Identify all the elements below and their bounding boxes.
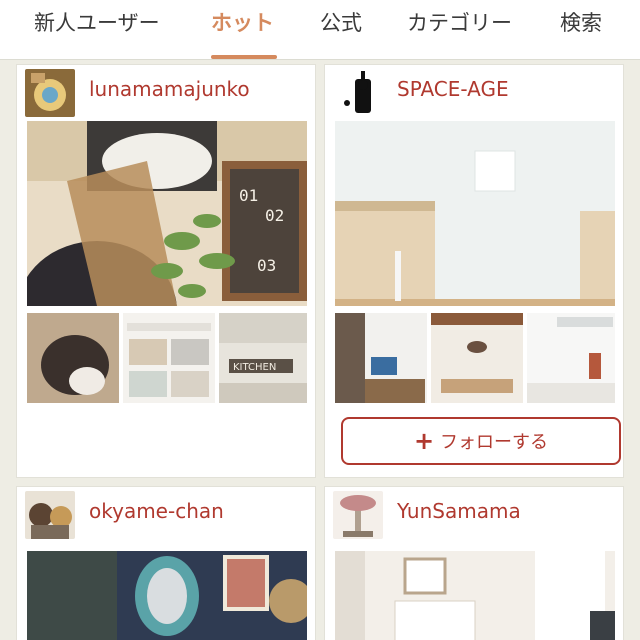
username[interactable]: YunSamama	[397, 499, 521, 523]
avatar[interactable]	[25, 69, 75, 117]
username[interactable]: okyame-chan	[89, 499, 224, 523]
thumbnail-3[interactable]	[527, 313, 615, 403]
tab-official[interactable]: 公式	[320, 8, 362, 38]
calendar-digits-1: 01	[239, 186, 258, 205]
follow-button[interactable]: + フォローする	[341, 417, 621, 465]
user-header[interactable]: YunSamama	[325, 487, 623, 543]
tab-hot[interactable]: ホット	[211, 8, 274, 38]
thumbnail-2[interactable]	[123, 313, 215, 403]
kitchen-sign-text: KITCHEN	[233, 362, 276, 373]
calendar-digits-2: 02	[265, 206, 284, 225]
user-header[interactable]: SPACE-AGE	[325, 65, 623, 121]
thumbnail-2[interactable]	[431, 313, 523, 403]
active-tab-indicator	[211, 55, 277, 59]
avatar[interactable]	[25, 491, 75, 539]
post-card-yunsamama: YunSamama	[324, 486, 624, 640]
main-photo[interactable]	[335, 551, 615, 640]
thumbnail-3[interactable]: KITCHEN	[219, 313, 307, 403]
avatar[interactable]	[333, 491, 383, 539]
main-photo[interactable]: 01 02 03	[27, 121, 307, 306]
username[interactable]: SPACE-AGE	[397, 77, 509, 101]
user-header[interactable]: okyame-chan	[17, 487, 315, 543]
post-card-okyame-chan: okyame-chan	[16, 486, 316, 640]
avatar[interactable]	[333, 69, 383, 117]
main-photo[interactable]	[27, 551, 307, 640]
main-photo[interactable]	[335, 121, 615, 306]
thumbnail-1[interactable]	[335, 313, 427, 403]
calendar-digits-3: 03	[257, 256, 276, 275]
username[interactable]: lunamamajunko	[89, 77, 250, 101]
post-card-lunamamajunko: lunamamajunko 01 02 03 KITCHEN	[16, 64, 316, 478]
tab-category[interactable]: カテゴリー	[407, 8, 512, 38]
follow-label: フォローする	[440, 432, 549, 453]
plus-icon: +	[413, 427, 435, 455]
top-tab-bar: 新人ユーザー ホット 公式 カテゴリー 検索	[0, 0, 640, 60]
thumbnail-1[interactable]	[27, 313, 119, 403]
user-header[interactable]: lunamamajunko	[17, 65, 315, 121]
tab-search[interactable]: 検索	[560, 8, 602, 38]
tab-new-users[interactable]: 新人ユーザー	[34, 8, 160, 38]
post-card-space-age: SPACE-AGE + フォローする	[324, 64, 624, 478]
